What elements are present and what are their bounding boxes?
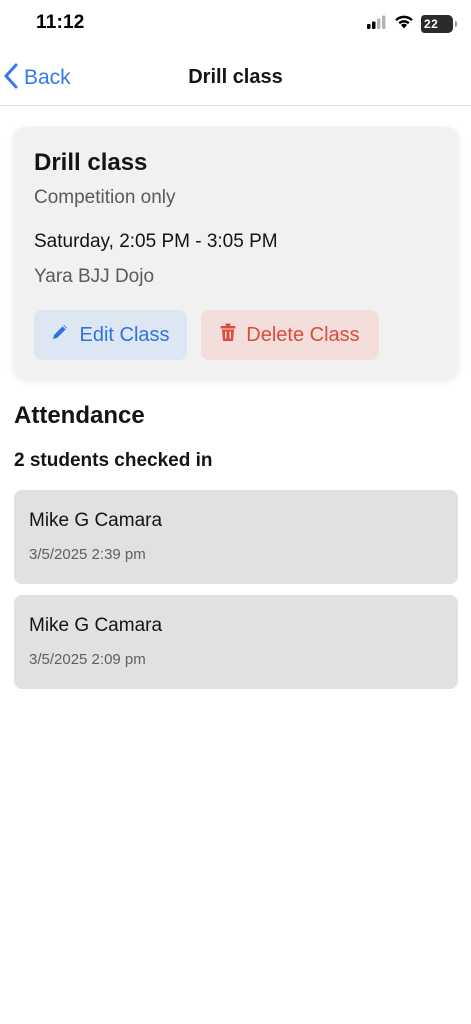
- attendee-name: Mike G Camara: [29, 615, 163, 636]
- attendee-row[interactable]: Mike G Camara 3/5/2025 2:39 pm: [14, 490, 458, 584]
- attendee-checkin-time: 3/5/2025 2:09 pm: [29, 651, 146, 668]
- class-schedule: Saturday, 2:05 PM - 3:05 PM: [34, 231, 278, 252]
- battery-icon: 22: [421, 15, 453, 33]
- checked-in-count: 2 students checked in: [14, 450, 213, 471]
- battery-level: 22: [424, 17, 439, 31]
- attendance-list: Mike G Camara 3/5/2025 2:39 pm Mike G Ca…: [14, 490, 458, 700]
- wifi-icon: [394, 14, 414, 34]
- navigation-bar: Back Drill class: [0, 48, 471, 106]
- class-title: Drill class: [34, 149, 148, 176]
- class-location: Yara BJJ Dojo: [34, 266, 155, 287]
- attendance-heading: Attendance: [14, 402, 145, 429]
- pencil-icon: [51, 323, 69, 347]
- attendee-name: Mike G Camara: [29, 510, 163, 531]
- edit-class-button[interactable]: Edit Class: [34, 310, 187, 360]
- status-icons: 22: [367, 14, 457, 34]
- edit-class-label: Edit Class: [79, 323, 170, 346]
- delete-class-label: Delete Class: [246, 323, 360, 346]
- status-bar: 11:12 22: [0, 0, 471, 48]
- attendee-checkin-time: 3/5/2025 2:39 pm: [29, 546, 146, 563]
- page-title: Drill class: [188, 66, 283, 88]
- battery-cap: [455, 21, 457, 27]
- attendee-row[interactable]: Mike G Camara 3/5/2025 2:09 pm: [14, 595, 458, 689]
- status-time: 11:12: [36, 12, 85, 33]
- trash-icon: [220, 323, 236, 348]
- class-details-card: Drill class Competition only Saturday, 2…: [14, 127, 458, 378]
- delete-class-button[interactable]: Delete Class: [201, 310, 379, 360]
- cellular-signal-icon: [367, 15, 387, 34]
- class-subtitle: Competition only: [34, 187, 176, 208]
